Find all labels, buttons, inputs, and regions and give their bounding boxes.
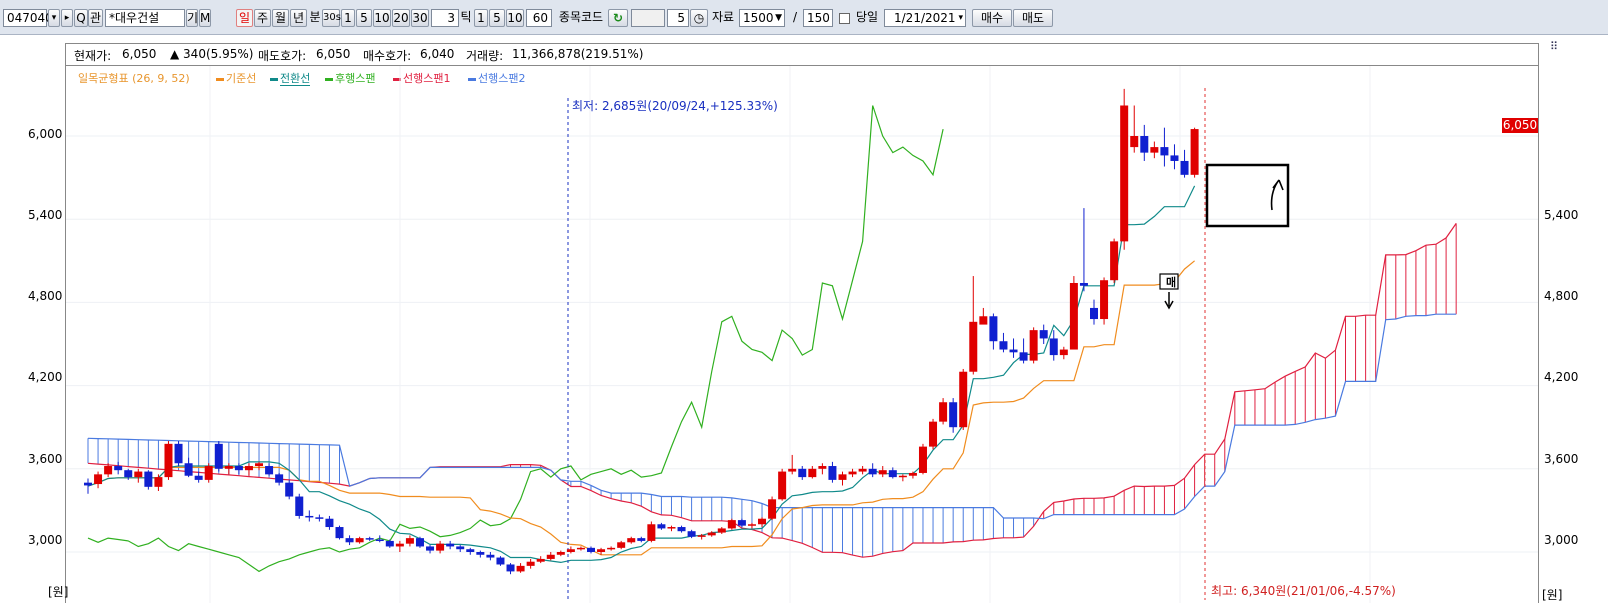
low-annotation: 최저: 2,685원(20/09/24,+125.33%): [572, 99, 778, 113]
date-picker[interactable]: 1/21/2021 ▾: [884, 9, 966, 27]
min-20-button[interactable]: 20: [392, 9, 410, 27]
sell-button[interactable]: 매도: [1013, 9, 1053, 27]
bid-value: 6,040: [420, 47, 455, 61]
volume-label: 거래량:: [466, 49, 504, 63]
ask-label: 매도호가:: [258, 49, 307, 63]
data-count-select[interactable]: 1500 ▼: [739, 9, 785, 27]
y-tick-left: 3,600: [28, 452, 63, 466]
legend-base: 기준선: [216, 70, 256, 86]
y-tick-left: 6,000: [28, 127, 63, 141]
dropdown-arrow-icon[interactable]: ▾: [48, 9, 60, 27]
legend-leading1-label: 선행스팬1: [403, 72, 451, 85]
price-label: 현재가:: [74, 49, 112, 63]
legend-ichimoku: 일목균형표 (26, 9, 52): [78, 72, 190, 85]
high-annotation: 최고: 6,340원(21/01/06,-4.57%): [1211, 584, 1396, 598]
min-1-button[interactable]: 1: [341, 9, 355, 27]
current-price-badge: 6,050: [1502, 118, 1538, 133]
refresh-icon[interactable]: ↻: [608, 9, 628, 27]
stock-name-field[interactable]: *대우건설: [105, 9, 185, 27]
chevron-down-icon: ▾: [958, 13, 963, 23]
stock-code-input[interactable]: 047040: [3, 9, 53, 27]
price-value: 6,050: [122, 47, 157, 61]
data-count-value: 1500: [743, 11, 774, 25]
period-year-button[interactable]: 년: [290, 9, 307, 27]
min-10-button[interactable]: 10: [373, 9, 391, 27]
y-tick-left: 5,400: [28, 208, 63, 222]
min-5-button[interactable]: 5: [356, 9, 372, 27]
y-tick-left: 4,800: [28, 289, 63, 303]
period-week-button[interactable]: 주: [254, 9, 271, 27]
search-button[interactable]: Q: [74, 9, 88, 27]
code-count-input[interactable]: 5: [667, 9, 689, 27]
today-checkbox[interactable]: [839, 13, 850, 24]
legend-base-label: 기준선: [226, 72, 257, 85]
period-30s-button[interactable]: 30s: [322, 9, 341, 27]
date-value: 1/21/2021: [894, 11, 956, 25]
next-arrow-icon[interactable]: ▸: [61, 9, 73, 27]
y-tick-left: 3,000: [28, 533, 63, 547]
change-value: ▲ 340(5.95%): [170, 47, 254, 61]
legend-leading1-marker: [393, 77, 401, 81]
y-tick-left: 4,200: [28, 370, 63, 384]
y-tick-right: 5,400: [1544, 208, 1579, 222]
legend-conversion-label: 전환선: [280, 72, 311, 86]
tick-5-button[interactable]: 5: [489, 9, 505, 27]
period-day-button[interactable]: 일: [236, 9, 253, 27]
view-count-input[interactable]: 150: [803, 9, 833, 27]
price-info-bar: 현재가: 6,050 ▲ 340(5.95%) 매도호가: 6,050 매수호가…: [66, 44, 1538, 66]
legend-leading1: 선행스팬1: [393, 70, 450, 86]
tick-label: 틱: [460, 10, 472, 24]
legend-leading2-label: 선행스팬2: [478, 72, 526, 85]
min-30-button[interactable]: 30: [411, 9, 429, 27]
ask-value: 6,050: [316, 47, 351, 61]
tick-value-input[interactable]: 3: [431, 9, 459, 27]
today-label: 당일: [855, 10, 879, 24]
legend-lagging-label: 후행스팬: [335, 72, 376, 85]
toolbar: 047040 ▾ ▸ Q 관 *대우건설 기 M 일 주 월 년 분 30s 1…: [0, 0, 1608, 35]
unit-left: [원]: [48, 585, 69, 599]
buy-marker-label: 매: [1165, 276, 1177, 289]
code-label: 종목코드: [558, 10, 604, 24]
bid-label: 매수호가:: [363, 49, 412, 63]
settings-grid-icon[interactable]: ⠿: [1550, 40, 1558, 53]
tick-10-button[interactable]: 10: [506, 9, 524, 27]
gi-button[interactable]: 기: [186, 9, 198, 27]
tick-60-input[interactable]: 60: [526, 9, 552, 27]
volume-value: 11,366,878(219.51%): [512, 47, 644, 61]
m-button[interactable]: M: [199, 9, 211, 27]
chart-frame: [65, 43, 1539, 603]
code-extra-field[interactable]: [631, 9, 665, 27]
buy-button[interactable]: 매수: [972, 9, 1012, 27]
y-tick-right: 4,800: [1544, 289, 1579, 303]
data-label: 자료: [711, 10, 735, 24]
chevron-down-icon: ▼: [775, 13, 782, 23]
period-month-button[interactable]: 월: [272, 9, 289, 27]
slash-label: /: [792, 10, 798, 24]
y-tick-right: 3,000: [1544, 533, 1579, 547]
legend-conversion: 전환선: [270, 70, 311, 86]
y-tick-right: 4,200: [1544, 370, 1579, 384]
legend-lagging-marker: [325, 77, 333, 81]
tick-1-button[interactable]: 1: [474, 9, 488, 27]
quick-button[interactable]: 관: [88, 9, 103, 27]
unit-right: [원]: [1542, 588, 1563, 602]
legend-leading2-marker: [468, 77, 476, 81]
legend-conversion-marker: [270, 77, 278, 81]
period-min-label[interactable]: 분: [308, 9, 322, 27]
clock-icon[interactable]: ◷: [690, 9, 708, 27]
legend-leading2: 선행스팬2: [468, 70, 525, 86]
legend-base-marker: [216, 77, 224, 81]
y-tick-right: 3,600: [1544, 452, 1579, 466]
legend-lagging: 후행스팬: [325, 70, 375, 86]
